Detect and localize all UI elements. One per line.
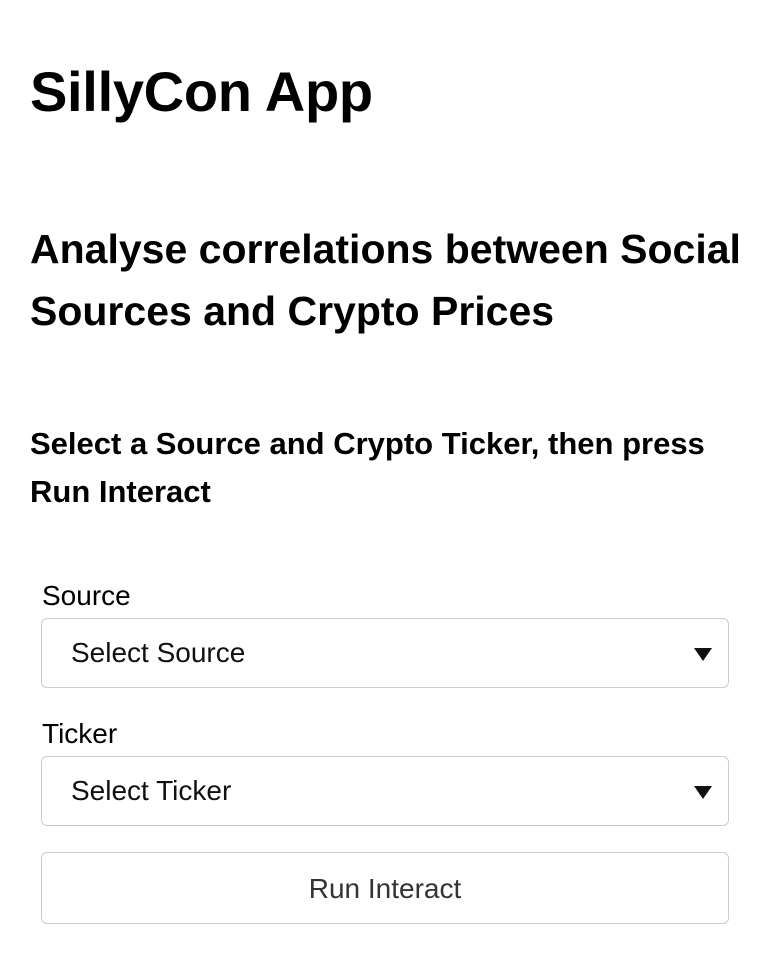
source-select-value: Select Source: [71, 637, 246, 668]
ticker-select-value: Select Ticker: [71, 775, 232, 806]
source-select[interactable]: Select Source: [41, 618, 729, 688]
source-label: Source: [42, 580, 131, 611]
instructions-text: Select a Source and Crypto Ticker, then …: [30, 426, 705, 509]
run-interact-button[interactable]: Run Interact: [41, 852, 729, 924]
ticker-label: Ticker: [42, 718, 118, 749]
caret-down-icon: [694, 786, 712, 799]
page-subtitle: Analyse correlations between Social Sour…: [30, 226, 741, 334]
caret-down-icon: [694, 648, 712, 661]
app-title: SillyCon App: [30, 60, 373, 123]
ticker-select[interactable]: Select Ticker: [41, 756, 729, 826]
